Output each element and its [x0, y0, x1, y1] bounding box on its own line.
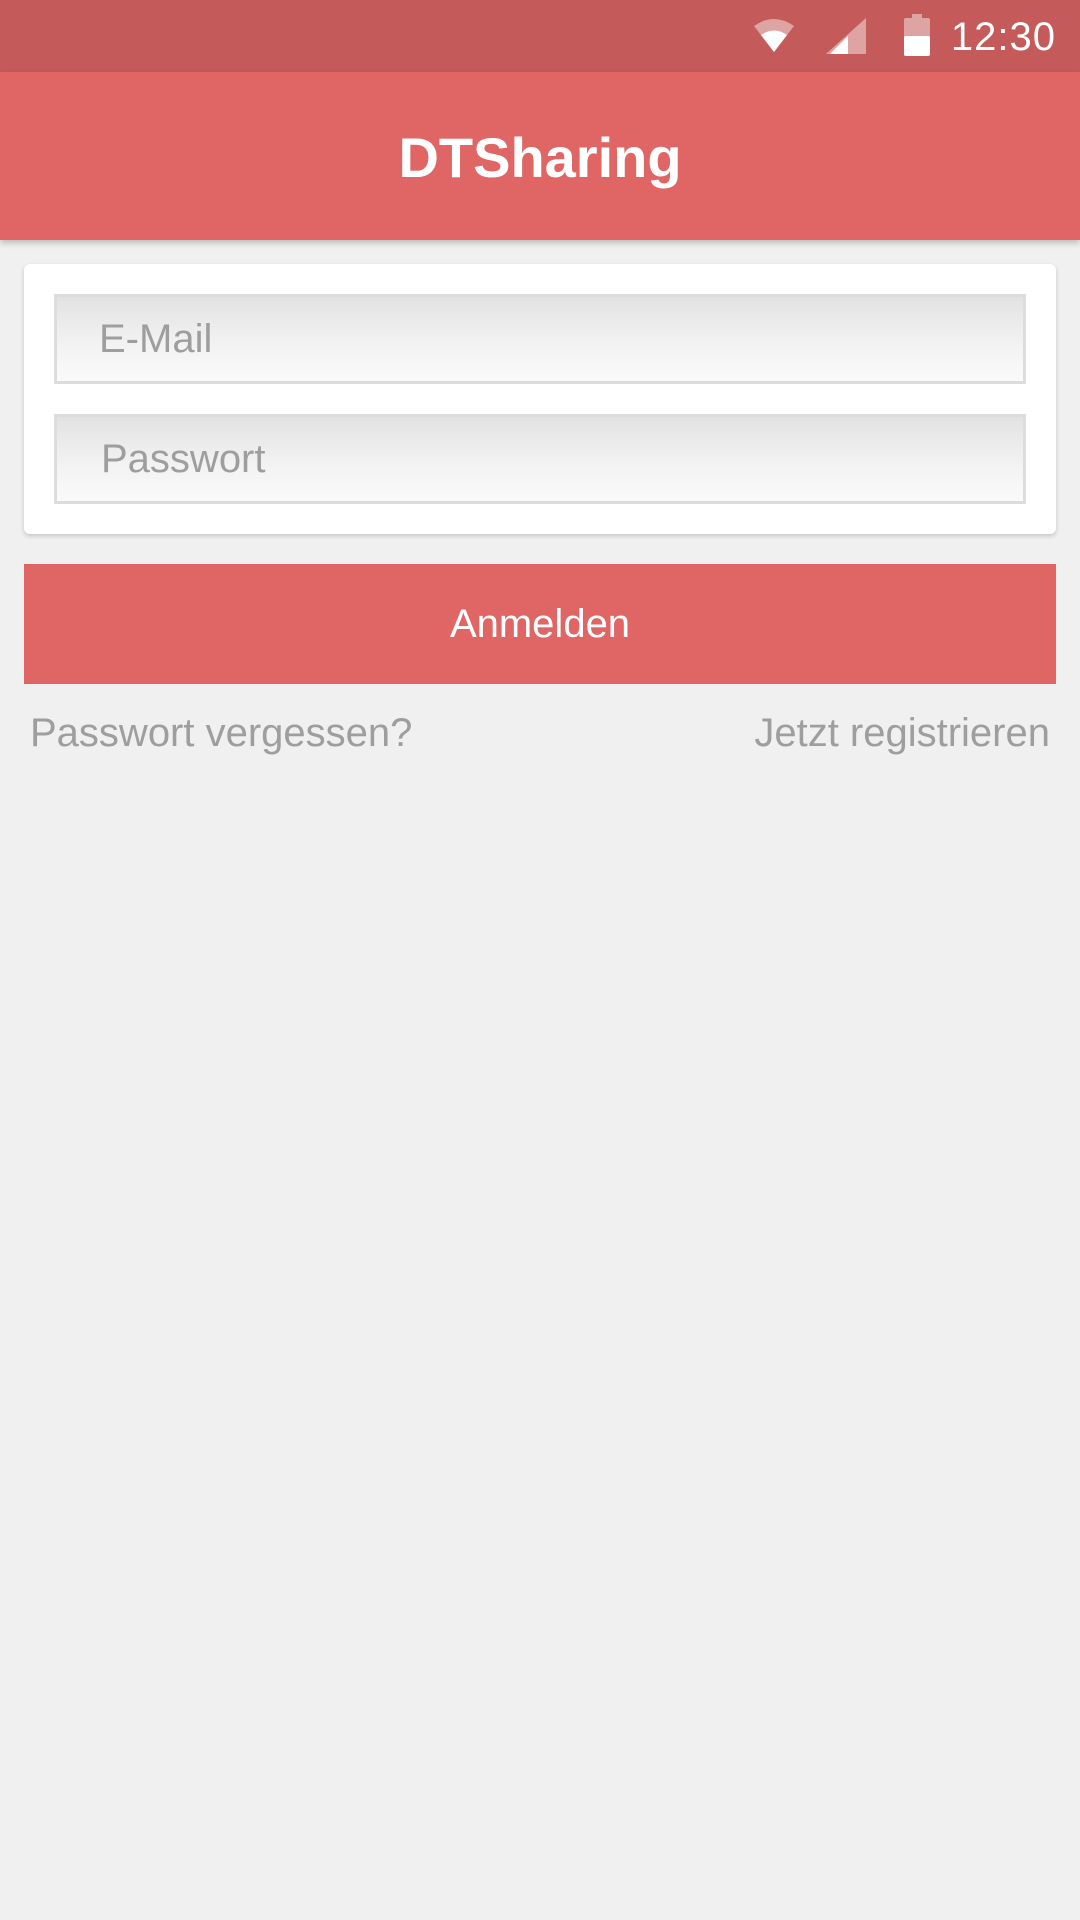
wifi-icon [754, 19, 794, 52]
login-form-card: E-Mail Passwort [24, 264, 1056, 534]
app-bar: DTSharing [0, 72, 1080, 240]
forgot-password-link[interactable]: Passwort vergessen? [30, 708, 412, 758]
battery-icon [904, 14, 930, 56]
app-title: DTSharing [398, 126, 682, 189]
email-input[interactable]: E-Mail [54, 294, 1026, 384]
password-input[interactable]: Passwort [54, 414, 1026, 504]
status-clock: 12:30 [950, 15, 1056, 59]
cell-signal-icon [826, 18, 866, 54]
register-link[interactable]: Jetzt registrieren [754, 708, 1050, 758]
login-button[interactable]: Anmelden [24, 564, 1056, 684]
status-bar: 12:30 [0, 0, 1080, 72]
